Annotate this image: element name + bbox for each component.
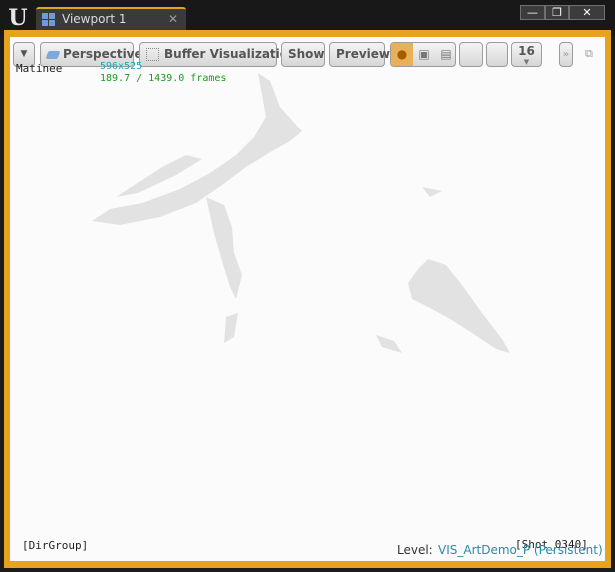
camera-speed-value: 16 xyxy=(518,44,535,58)
camera-speed-button[interactable]: 16 ▼ xyxy=(511,42,542,67)
foliage-shape xyxy=(408,259,510,353)
toolbar-overflow-button[interactable]: » xyxy=(559,42,573,67)
close-window-button[interactable]: ✕ xyxy=(569,5,605,20)
group-label: [DirGroup] xyxy=(22,539,89,552)
perspective-label: Perspective xyxy=(63,47,143,61)
foliage-shape xyxy=(206,197,242,299)
resolution-readout: 596x525 xyxy=(100,61,143,72)
maximize-button[interactable]: ❐ xyxy=(545,5,569,20)
level-label: Level: xyxy=(397,543,433,557)
close-tab-icon[interactable]: ✕ xyxy=(168,11,178,27)
restore-viewport-icon[interactable]: ⧉ xyxy=(585,48,595,59)
lit-mode-icon[interactable]: ● xyxy=(391,43,413,66)
toolbar-empty-button[interactable] xyxy=(486,42,508,67)
frames-readout: 189.7 / 1439.0 frames xyxy=(100,73,227,84)
level-name: VIS_ArtDemo_P (Persistent) xyxy=(438,543,603,557)
wireframe-mode-icon[interactable]: ▤ xyxy=(435,43,455,66)
foliage-shape xyxy=(224,313,238,343)
show-button[interactable]: Show xyxy=(281,42,325,67)
foliage-shapes xyxy=(92,73,510,353)
unreal-logo-icon[interactable]: U xyxy=(4,4,32,32)
toolbar-empty-button[interactable] xyxy=(459,42,483,67)
viewport-grid-icon xyxy=(42,13,55,26)
unlit-mode-icon[interactable]: ▣ xyxy=(413,43,435,66)
scene-render xyxy=(92,73,510,353)
foliage-shape xyxy=(376,335,402,353)
grid-dots-icon xyxy=(146,48,159,61)
minimize-button[interactable]: — xyxy=(520,5,545,20)
tab-label: Viewport 1 xyxy=(62,12,127,26)
foliage-shape xyxy=(422,187,442,197)
viewport[interactable]: ▼ Perspective Buffer Visualization Show … xyxy=(10,37,605,561)
camera-icon xyxy=(45,50,61,59)
tab-viewport-1[interactable]: Viewport 1 ✕ xyxy=(36,7,186,30)
chevron-down-icon: ▼ xyxy=(523,58,530,66)
buffer-label: Buffer Visualization xyxy=(164,47,297,61)
view-mode-group: ● ▣ ▤ xyxy=(390,42,456,67)
preview-button[interactable]: Preview xyxy=(329,42,390,67)
buffer-visualization-button[interactable]: Buffer Visualization xyxy=(139,42,297,67)
foliage-shape xyxy=(92,73,302,225)
matinee-label: Matinee xyxy=(16,62,63,75)
